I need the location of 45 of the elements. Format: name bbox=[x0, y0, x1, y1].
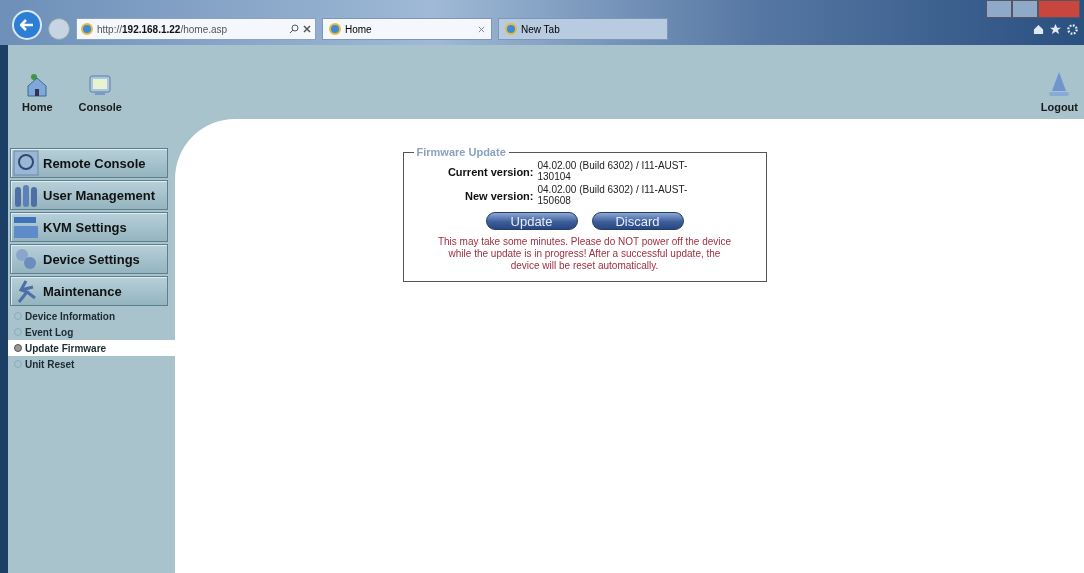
keyboard-icon bbox=[13, 214, 39, 240]
browser-tab[interactable]: Home bbox=[322, 18, 492, 40]
browser-logo-icon bbox=[329, 23, 341, 35]
forward-button[interactable] bbox=[48, 18, 70, 40]
browser-logo-icon bbox=[81, 23, 93, 35]
people-icon bbox=[13, 182, 39, 208]
star-icon[interactable] bbox=[1050, 24, 1061, 35]
url-text: http://192.168.1.22/home.asp bbox=[97, 23, 229, 35]
search-icon bbox=[289, 24, 299, 34]
arrow-icon bbox=[20, 19, 34, 31]
minimize-button[interactable] bbox=[986, 0, 1012, 18]
field-label: New version: bbox=[464, 189, 534, 202]
menu-button[interactable]: Device Settings bbox=[10, 244, 168, 274]
close-icon[interactable] bbox=[478, 25, 485, 33]
house-icon bbox=[26, 73, 49, 97]
browser-logo-icon bbox=[505, 23, 517, 35]
menu-button[interactable]: KVM Settings bbox=[10, 212, 168, 242]
maximize-button[interactable] bbox=[1012, 0, 1038, 18]
menu-button[interactable]: Remote Console bbox=[10, 148, 168, 178]
submenu-item[interactable]: Unit Reset bbox=[8, 356, 175, 372]
toolbar-button[interactable]: Home bbox=[22, 73, 53, 113]
submenu-item[interactable]: Device Information bbox=[8, 308, 175, 324]
bullet-icon bbox=[14, 344, 22, 352]
browser-tab[interactable]: New Tab bbox=[498, 18, 668, 40]
action-button[interactable]: Update bbox=[485, 212, 578, 230]
action-button[interactable]: Discard bbox=[591, 212, 684, 230]
version-value: 04.02.00 (Build 6302) / I11-AUST-130104 bbox=[537, 160, 689, 182]
triangle-icon bbox=[1048, 71, 1071, 97]
submenu-item[interactable]: Update Firmware bbox=[8, 340, 175, 356]
settings-icon[interactable] bbox=[1067, 24, 1078, 35]
back-button[interactable] bbox=[12, 10, 42, 40]
warning-text: This may take some minutes. Please do NOT power off the device while the update is in progress! After a successful update, the device will be reset automatically. bbox=[436, 236, 733, 272]
close-icon[interactable] bbox=[303, 25, 311, 33]
submenu-item[interactable]: Event Log bbox=[8, 324, 175, 340]
toolbar-button[interactable]: Console bbox=[78, 73, 122, 113]
menu-button[interactable]: Maintenance bbox=[10, 276, 168, 306]
menu-button[interactable]: User Management bbox=[10, 180, 168, 210]
version-value: 04.02.00 (Build 6302) / I11-AUST-150608 bbox=[537, 184, 689, 206]
home-icon[interactable] bbox=[1033, 24, 1044, 35]
magnifier-icon bbox=[13, 150, 39, 176]
field-label: Current version: bbox=[446, 165, 534, 178]
address-bar[interactable]: http://192.168.1.22/home.asp bbox=[76, 18, 316, 40]
monitor-icon bbox=[89, 73, 112, 97]
logout-button[interactable]: Logout bbox=[1040, 71, 1078, 113]
panel-title: Firmware Update bbox=[415, 146, 507, 158]
